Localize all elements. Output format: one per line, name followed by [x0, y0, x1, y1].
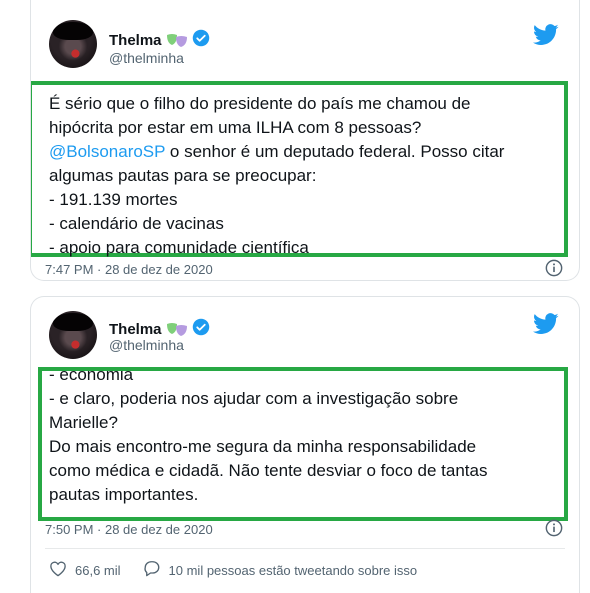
tweet-text: - economia - e claro, poderia nos ajudar… [49, 367, 564, 507]
like-count: 66,6 mil [75, 562, 121, 578]
author-name[interactable]: Thelma [109, 321, 162, 338]
conversation-button[interactable]: 10 mil pessoas estão tweetando sobre iss… [143, 560, 418, 580]
verified-badge-icon [192, 318, 210, 341]
tweet-timestamp[interactable]: 7:47 PM · 28 de dez de 2020 [45, 262, 213, 277]
author-name-row: Thelma [109, 29, 210, 52]
author-name[interactable]: Thelma [109, 32, 162, 49]
tweet-line: É sério que o filho do presidente do paí… [49, 94, 471, 113]
author-handle[interactable]: @thelminha [109, 337, 184, 353]
info-icon[interactable] [545, 259, 563, 280]
tweet-text-highlight: É sério que o filho do presidente do paí… [31, 81, 568, 260]
tweet-line: - 191.139 mortes [49, 190, 178, 209]
tweet-text: É sério que o filho do presidente do paí… [49, 92, 564, 260]
verified-badge-icon [192, 29, 210, 52]
tweet-line: algumas pautas para se preocupar: [49, 166, 317, 185]
tweet-line: Marielle? [49, 413, 118, 432]
avatar[interactable] [49, 20, 97, 68]
tweet-line: hipócrita por estar em uma ILHA com 8 pe… [49, 118, 422, 137]
tweet-line: @BolsonaroSP o senhor é um deputado fede… [49, 140, 564, 164]
tweet-line: pautas importantes. [49, 485, 199, 504]
tweet-card-2[interactable]: Thelma @thelminha - economia - e claro, … [30, 296, 580, 593]
tweet-line: - apoio para comunidade científica [49, 238, 309, 257]
tweet-line: - calendário de vacinas [49, 214, 224, 233]
avatar[interactable] [49, 311, 97, 359]
conversation-text: 10 mil pessoas estão tweetando sobre iss… [168, 562, 418, 578]
twitter-bird-icon[interactable] [533, 313, 559, 340]
tweet-line: como médica e cidadã. Não tente desviar … [49, 461, 488, 480]
tweet-card-1[interactable]: Thelma @thelminha É sério que o filho do… [30, 0, 580, 281]
tweet-actions: 66,6 mil 10 mil pessoas estão tweetando … [49, 560, 439, 580]
mention-link[interactable]: @BolsonaroSP [49, 142, 165, 161]
divider [45, 548, 565, 549]
author-handle[interactable]: @thelminha [109, 50, 184, 66]
tweet-line-text: o senhor é um deputado federal. Posso ci… [169, 142, 505, 161]
tweet-line: - economia [49, 367, 134, 384]
theater-masks-icon [166, 33, 188, 49]
tweet-line: - e claro, poderia nos ajudar com a inve… [49, 389, 459, 408]
tweet-line: Do mais encontro-me segura da minha resp… [49, 437, 477, 456]
heart-icon [49, 560, 67, 580]
twitter-bird-icon[interactable] [533, 24, 559, 51]
tweet-text-highlight: - economia - e claro, poderia nos ajudar… [38, 367, 568, 521]
theater-masks-icon [166, 322, 188, 338]
info-icon[interactable] [545, 519, 563, 542]
like-button[interactable]: 66,6 mil [49, 560, 121, 580]
tweet-timestamp[interactable]: 7:50 PM · 28 de dez de 2020 [45, 522, 213, 537]
chat-bubble-icon [143, 560, 161, 580]
